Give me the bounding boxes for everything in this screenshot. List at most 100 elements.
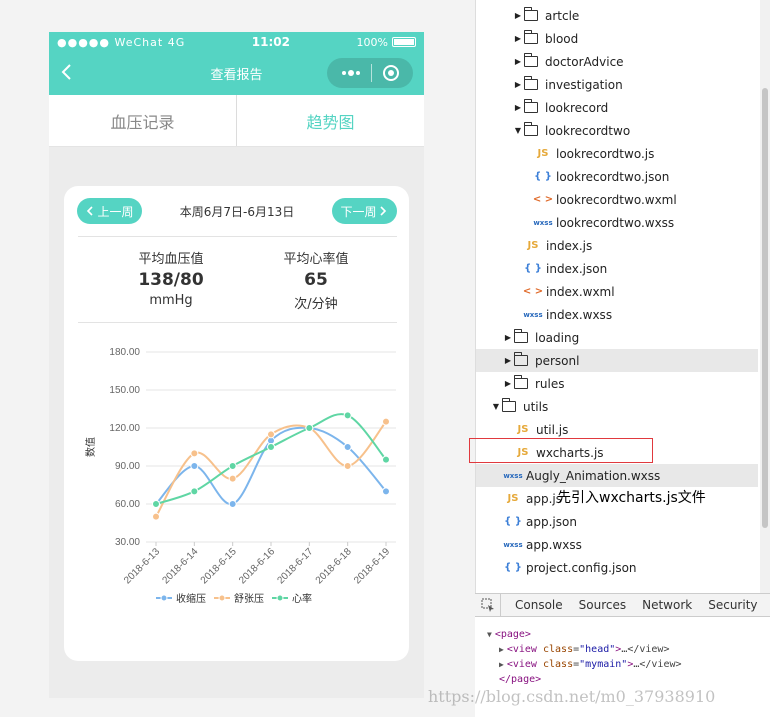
- json-file-icon: { }: [504, 516, 522, 527]
- dom-node-mymain[interactable]: ▶ < view class = "mymain" > …</view>: [499, 657, 682, 672]
- folder-item[interactable]: ▶ investigation: [476, 73, 758, 96]
- file-name: utils: [523, 399, 549, 414]
- file-name: lookrecordtwo.json: [556, 169, 670, 184]
- battery-icon: [392, 37, 416, 47]
- next-week-button[interactable]: 下一周: [331, 198, 397, 224]
- wxss-file-icon: wxss: [533, 218, 553, 227]
- file-name: personl: [535, 353, 580, 368]
- report-card: 上一周 本周6月7日-6月13日 下一周 平均血压值 138/80 mmHg 平…: [64, 186, 409, 661]
- stat-unit: mmHg: [149, 293, 193, 308]
- file-item[interactable]: wxss Augly_Animation.wxss: [476, 464, 758, 487]
- inspect-icon[interactable]: [475, 594, 501, 616]
- collapsed-arrow-icon[interactable]: ▶: [512, 103, 524, 112]
- close-target-icon[interactable]: [382, 64, 400, 82]
- file-name: artcle: [545, 8, 580, 23]
- folder-item[interactable]: ▶ lookrecord: [476, 96, 758, 119]
- folder-open-icon: [524, 122, 538, 136]
- tab-network[interactable]: Network: [634, 598, 700, 612]
- y-axis-label: 数值: [84, 437, 97, 457]
- tab-trend-chart[interactable]: 趋势图: [236, 95, 424, 146]
- folder-icon: [514, 375, 528, 389]
- folder-item[interactable]: ▼ lookrecordtwo: [476, 119, 758, 142]
- tab-console[interactable]: Console: [507, 598, 571, 612]
- legend-marker: [160, 594, 168, 602]
- collapsed-arrow-icon[interactable]: ▶: [502, 333, 514, 342]
- battery-indicator: 100%: [357, 36, 416, 49]
- expanded-arrow-icon[interactable]: ▼: [512, 126, 524, 135]
- file-item[interactable]: wxss index.wxss: [476, 303, 758, 326]
- folder-item[interactable]: ▶ artcle: [476, 4, 758, 27]
- file-item[interactable]: { } index.json: [476, 257, 758, 280]
- prev-week-button[interactable]: 上一周: [77, 198, 142, 224]
- file-item[interactable]: wxss lookrecordtwo.wxss: [476, 211, 758, 234]
- json-file-icon: { }: [504, 562, 522, 573]
- folder-item[interactable]: ▶ rules: [476, 372, 758, 395]
- collapsed-arrow-icon[interactable]: ▶: [512, 57, 524, 66]
- data-point: [343, 462, 352, 470]
- data-point: [382, 487, 390, 496]
- data-point: [267, 430, 275, 439]
- data-point: [382, 417, 390, 426]
- folder-icon: [524, 99, 538, 113]
- explorer-scrollbar[interactable]: [760, 0, 770, 593]
- y-tick-label: 90.00: [115, 461, 140, 472]
- x-tick-label: 2018-6-15: [199, 546, 239, 586]
- file-name: investigation: [545, 77, 623, 92]
- collapsed-arrow-icon[interactable]: ▶: [512, 11, 524, 20]
- dom-tag: <page>: [494, 629, 531, 640]
- folder-item[interactable]: ▶ doctorAdvice: [476, 50, 758, 73]
- page-title: 查看报告: [210, 68, 263, 83]
- file-item[interactable]: JS index.js: [476, 234, 758, 257]
- file-item[interactable]: { } lookrecordtwo.json: [476, 165, 758, 188]
- divider: [78, 236, 397, 237]
- legend-label: 舒张压: [234, 592, 264, 605]
- js-file-icon: JS: [507, 493, 519, 504]
- wxss-file-icon: wxss: [503, 540, 523, 549]
- collapsed-arrow-icon[interactable]: ▶: [502, 379, 514, 388]
- stat-label: 平均心率值: [283, 252, 349, 267]
- stat-unit: 次/分钟: [294, 297, 338, 312]
- data-point: [228, 500, 237, 508]
- file-item[interactable]: < > index.wxml: [476, 280, 758, 303]
- avg-heart-rate: 平均心率值 65 次/分钟: [256, 248, 376, 312]
- folder-item[interactable]: ▶ loading: [476, 326, 758, 349]
- trend-line-chart: 180.00 150.00 120.00 90.00 60.00 30.00 数值 2018-…: [84, 347, 396, 605]
- file-item[interactable]: { } project.config.json: [476, 556, 758, 579]
- file-item[interactable]: JS lookrecordtwo.js: [476, 142, 758, 165]
- dom-tag: view: [512, 659, 537, 670]
- back-arrow-icon[interactable]: [57, 61, 77, 83]
- dom-attr: class: [542, 644, 574, 655]
- next-week-label: 下一周: [340, 204, 377, 219]
- devtools-toolbar: Console Sources Network Security: [475, 593, 770, 617]
- file-item[interactable]: < > lookrecordtwo.wxml: [476, 188, 758, 211]
- week-selector: 上一周 本周6月7日-6月13日 下一周: [77, 198, 397, 224]
- wxss-file-icon: wxss: [503, 471, 523, 480]
- stat-value: 65: [304, 270, 328, 290]
- annotation-text: 先引入wxcharts.js文件: [557, 490, 706, 506]
- dom-node-page[interactable]: ▼ <page>: [487, 627, 531, 642]
- collapsed-arrow-icon[interactable]: ▶: [512, 80, 524, 89]
- file-item[interactable]: { } app.json: [476, 510, 758, 533]
- x-tick-label: 2018-6-16: [237, 546, 277, 586]
- file-item[interactable]: wxss app.wxss: [476, 533, 758, 556]
- x-tick-label: 2018-6-17: [275, 546, 315, 586]
- status-bar: ●●●●● WeChat 4G 11:02 100%: [49, 32, 424, 52]
- y-tick-label: 180.00: [109, 347, 140, 358]
- js-file-icon: JS: [527, 240, 539, 251]
- chevron-right-icon: [380, 206, 387, 216]
- dom-rest: …</view>: [621, 644, 670, 655]
- folder-item[interactable]: ▶ blood: [476, 27, 758, 50]
- expanded-arrow-icon[interactable]: ▼: [490, 402, 502, 411]
- tab-blood-pressure-record[interactable]: 血压记录: [49, 95, 236, 146]
- more-dots-icon[interactable]: [340, 68, 362, 78]
- tab-sources[interactable]: Sources: [571, 598, 634, 612]
- tab-security[interactable]: Security: [700, 598, 765, 612]
- collapsed-arrow-icon[interactable]: ▶: [502, 356, 514, 365]
- phone-simulator: ●●●●● WeChat 4G 11:02 100% 查看报告 血压记录 趋势图: [49, 32, 424, 698]
- collapsed-arrow-icon[interactable]: ▶: [512, 34, 524, 43]
- dom-node-head[interactable]: ▶ < view class = "head" > …</view>: [499, 642, 669, 657]
- dom-node-page-close: </page>: [499, 672, 541, 687]
- folder-item[interactable]: ▶ personl: [476, 349, 758, 372]
- chevron-left-icon: [87, 206, 94, 216]
- folder-item[interactable]: ▼ utils: [476, 395, 758, 418]
